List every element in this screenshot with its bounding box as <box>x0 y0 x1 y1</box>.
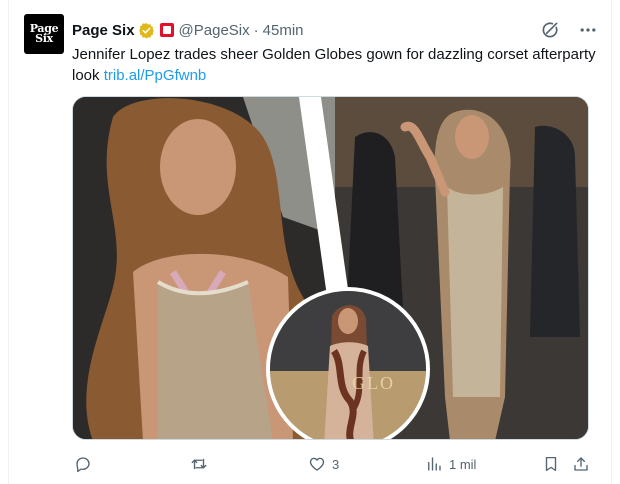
views-count: 1 mil <box>449 456 477 472</box>
tweet-actions: 3 1 mil <box>72 454 596 474</box>
header-actions <box>540 20 598 40</box>
reply-icon <box>76 457 90 473</box>
tweet-header: Page Six @PageSix · 45min <box>72 20 598 40</box>
tweet-link[interactable]: trib.al/PpGfwnb <box>104 67 207 84</box>
retweet-button[interactable] <box>190 455 208 473</box>
inset-backdrop-text: GLO <box>352 373 395 393</box>
views-button[interactable]: 1 mil <box>425 455 476 473</box>
bookmark-button[interactable] <box>542 455 560 473</box>
handle[interactable]: @PageSix <box>179 22 250 39</box>
photo-inset[interactable]: GLO <box>266 287 430 439</box>
views-icon <box>428 457 441 471</box>
more-icon[interactable] <box>578 20 598 40</box>
timestamp[interactable]: 45min <box>263 22 304 39</box>
retweet-icon <box>191 458 207 470</box>
display-name[interactable]: Page Six <box>72 22 135 39</box>
reply-button[interactable] <box>74 455 92 473</box>
verified-icon[interactable] <box>138 22 155 39</box>
grok-icon[interactable] <box>540 20 560 40</box>
separator-dot: · <box>253 21 259 39</box>
inset-figure <box>270 291 426 439</box>
bookmark-icon <box>545 456 557 472</box>
share-icon <box>574 457 588 471</box>
like-button[interactable]: 3 <box>308 455 339 473</box>
tweet-media[interactable]: GLO <box>72 96 589 440</box>
tweet-text: Jennifer Lopez trades sheer Golden Globe… <box>72 44 604 86</box>
avatar[interactable]: Page Six <box>24 14 64 54</box>
like-count: 3 <box>332 456 340 472</box>
affiliate-badge-icon[interactable] <box>159 23 174 37</box>
like-icon <box>309 457 325 471</box>
share-button[interactable] <box>572 455 590 473</box>
tweet[interactable]: Page Six Page Six @PageSix · 45min Jenni… <box>8 0 612 484</box>
avatar-line-2: Six <box>35 32 53 45</box>
